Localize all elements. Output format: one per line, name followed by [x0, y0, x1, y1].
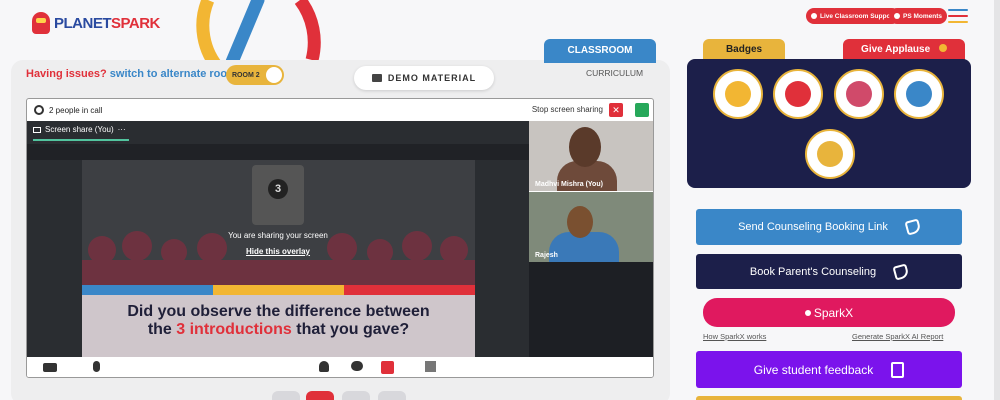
camera-icon[interactable] [43, 363, 57, 372]
bottom-tools [272, 391, 408, 400]
next-action-button[interactable] [696, 396, 962, 400]
mascot-icon [32, 12, 50, 34]
phone-icon [892, 262, 910, 281]
participant-tile-rajesh[interactable]: Rajesh [529, 192, 653, 262]
call-controls [27, 357, 653, 377]
ps-moments-label: PS Moments [903, 12, 943, 20]
participant-name: Madhvi Mishra (You) [535, 181, 603, 188]
tab-curriculum[interactable]: CURRICULUM [586, 68, 643, 78]
student-feedback-button[interactable]: Give student feedback [696, 351, 962, 388]
sharing-overlay: You are sharing your screen Hide this ov… [27, 231, 529, 256]
clap-icon [938, 44, 947, 52]
planetspark-logo[interactable]: PLANETSPARK [32, 12, 160, 34]
fist-badge-icon[interactable] [773, 69, 823, 119]
live-support-button[interactable]: Live Classroom Support [806, 8, 901, 24]
menu-hamburger-icon[interactable] [948, 9, 968, 23]
overlay-title: You are sharing your screen [228, 231, 328, 240]
whiteboard-icon[interactable] [425, 361, 436, 372]
share-window-icon[interactable] [635, 103, 649, 117]
clipboard-icon [891, 361, 905, 378]
folder-icon [371, 74, 382, 82]
book-counseling-label: Book Parent's Counseling [749, 265, 877, 278]
how-sparkx-link[interactable]: How SparkX works [703, 332, 766, 341]
send-counseling-button[interactable]: Send Counseling Booking Link [696, 209, 962, 245]
trophy-badge-icon[interactable] [713, 69, 763, 119]
gear-icon[interactable] [34, 105, 44, 115]
send-counseling-label: Send Counseling Booking Link [738, 221, 888, 233]
more-icon[interactable]: ··· [118, 125, 126, 134]
issues-text: Having issues? [26, 68, 107, 80]
slide-stripe-blue [82, 285, 213, 295]
room-toggle[interactable]: ROOM 2 [226, 65, 284, 85]
podium-graphic: 3 [252, 165, 304, 225]
sparkx-label: SparkX [813, 305, 854, 320]
book-counseling-button[interactable]: Book Parent's Counseling [696, 254, 962, 289]
generate-report-link[interactable]: Generate SparkX AI Report [852, 332, 943, 341]
screen-share-tab[interactable]: Screen share (You) ··· [33, 125, 126, 134]
participant-tile-madhvi[interactable]: Madhvi Mishra (You) [529, 121, 653, 191]
logo-text-a: PLANET [54, 14, 112, 32]
slide-line-2b: that you gave? [291, 321, 410, 338]
slide-stripe-gold [213, 285, 344, 295]
phone-icon [904, 218, 922, 236]
hero-badge-icon[interactable] [834, 69, 884, 119]
tool-tab-active[interactable] [306, 391, 334, 400]
page-scrollbar[interactable] [994, 0, 1000, 400]
slide-line-2-highlight: 3 introductions [176, 321, 292, 338]
tool-tab[interactable] [272, 391, 300, 400]
chat-icon[interactable] [351, 361, 363, 371]
empty-tile [529, 262, 653, 357]
switch-room-link[interactable]: switch to alternate room [110, 68, 237, 80]
demo-material-button[interactable]: DEMO MATERIAL [354, 66, 494, 90]
slide-line-1: Did you observe the difference between [127, 303, 430, 320]
slide-image: 3 [82, 160, 475, 285]
sparkx-button[interactable]: SparkX [703, 298, 955, 327]
screen-share-pane: Screen share (You) ··· 3 Did you observe… [27, 121, 529, 357]
hide-overlay-link[interactable]: Hide this overlay [27, 247, 529, 256]
tab-classroom[interactable]: CLASSROOM [544, 39, 656, 63]
give-applause-label: Give Applause [861, 44, 931, 55]
lightbulb-badge-icon[interactable] [894, 69, 944, 119]
participant-name: Rajesh [535, 252, 558, 259]
tool-tab[interactable] [342, 391, 370, 400]
moments-icon [894, 13, 900, 19]
people-count: 2 people in call [49, 105, 103, 115]
live-support-label: Live Classroom Support [820, 12, 896, 20]
slide-line-2a: the [147, 321, 177, 338]
tab-give-applause[interactable]: Give Applause [843, 39, 965, 61]
app-root: PLANETSPARK Live Classroom Support PS Mo… [0, 0, 1000, 400]
people-icon[interactable] [319, 361, 329, 372]
glasses-badge-icon[interactable] [805, 129, 855, 179]
feedback-label: Give student feedback [753, 362, 874, 377]
demo-material-label: DEMO MATERIAL [387, 73, 477, 83]
alternate-room-notice: Having issues? switch to alternate room [26, 68, 237, 80]
logo-text-b: SPARK [111, 14, 160, 32]
video-call-window: 2 people in call Stop screen sharing ✕ S… [26, 98, 654, 378]
stop-share-label: Stop screen sharing [531, 105, 603, 114]
screen-icon [33, 126, 41, 133]
tab-underline [33, 139, 129, 141]
stop-share-button[interactable]: ✕ [609, 103, 623, 117]
microphone-icon[interactable] [93, 361, 100, 372]
room-toggle-label: ROOM 2 [232, 71, 260, 79]
slide-stripe-red [344, 285, 475, 295]
slide-question: Did you observe the difference between t… [82, 295, 475, 357]
shared-viewer-toolbar [27, 144, 529, 160]
ps-moments-button[interactable]: PS Moments [889, 8, 948, 24]
tab-badges[interactable]: Badges [703, 39, 785, 61]
tool-tab[interactable] [378, 391, 406, 400]
share-screen-icon[interactable] [381, 361, 394, 374]
toggle-knob [266, 67, 282, 83]
support-icon [811, 13, 817, 19]
sparkx-icon [804, 309, 811, 316]
call-toolbar: 2 people in call Stop screen sharing ✕ [27, 99, 653, 121]
screen-share-tab-label: Screen share (You) [45, 125, 114, 134]
slide-number: 3 [268, 179, 288, 199]
